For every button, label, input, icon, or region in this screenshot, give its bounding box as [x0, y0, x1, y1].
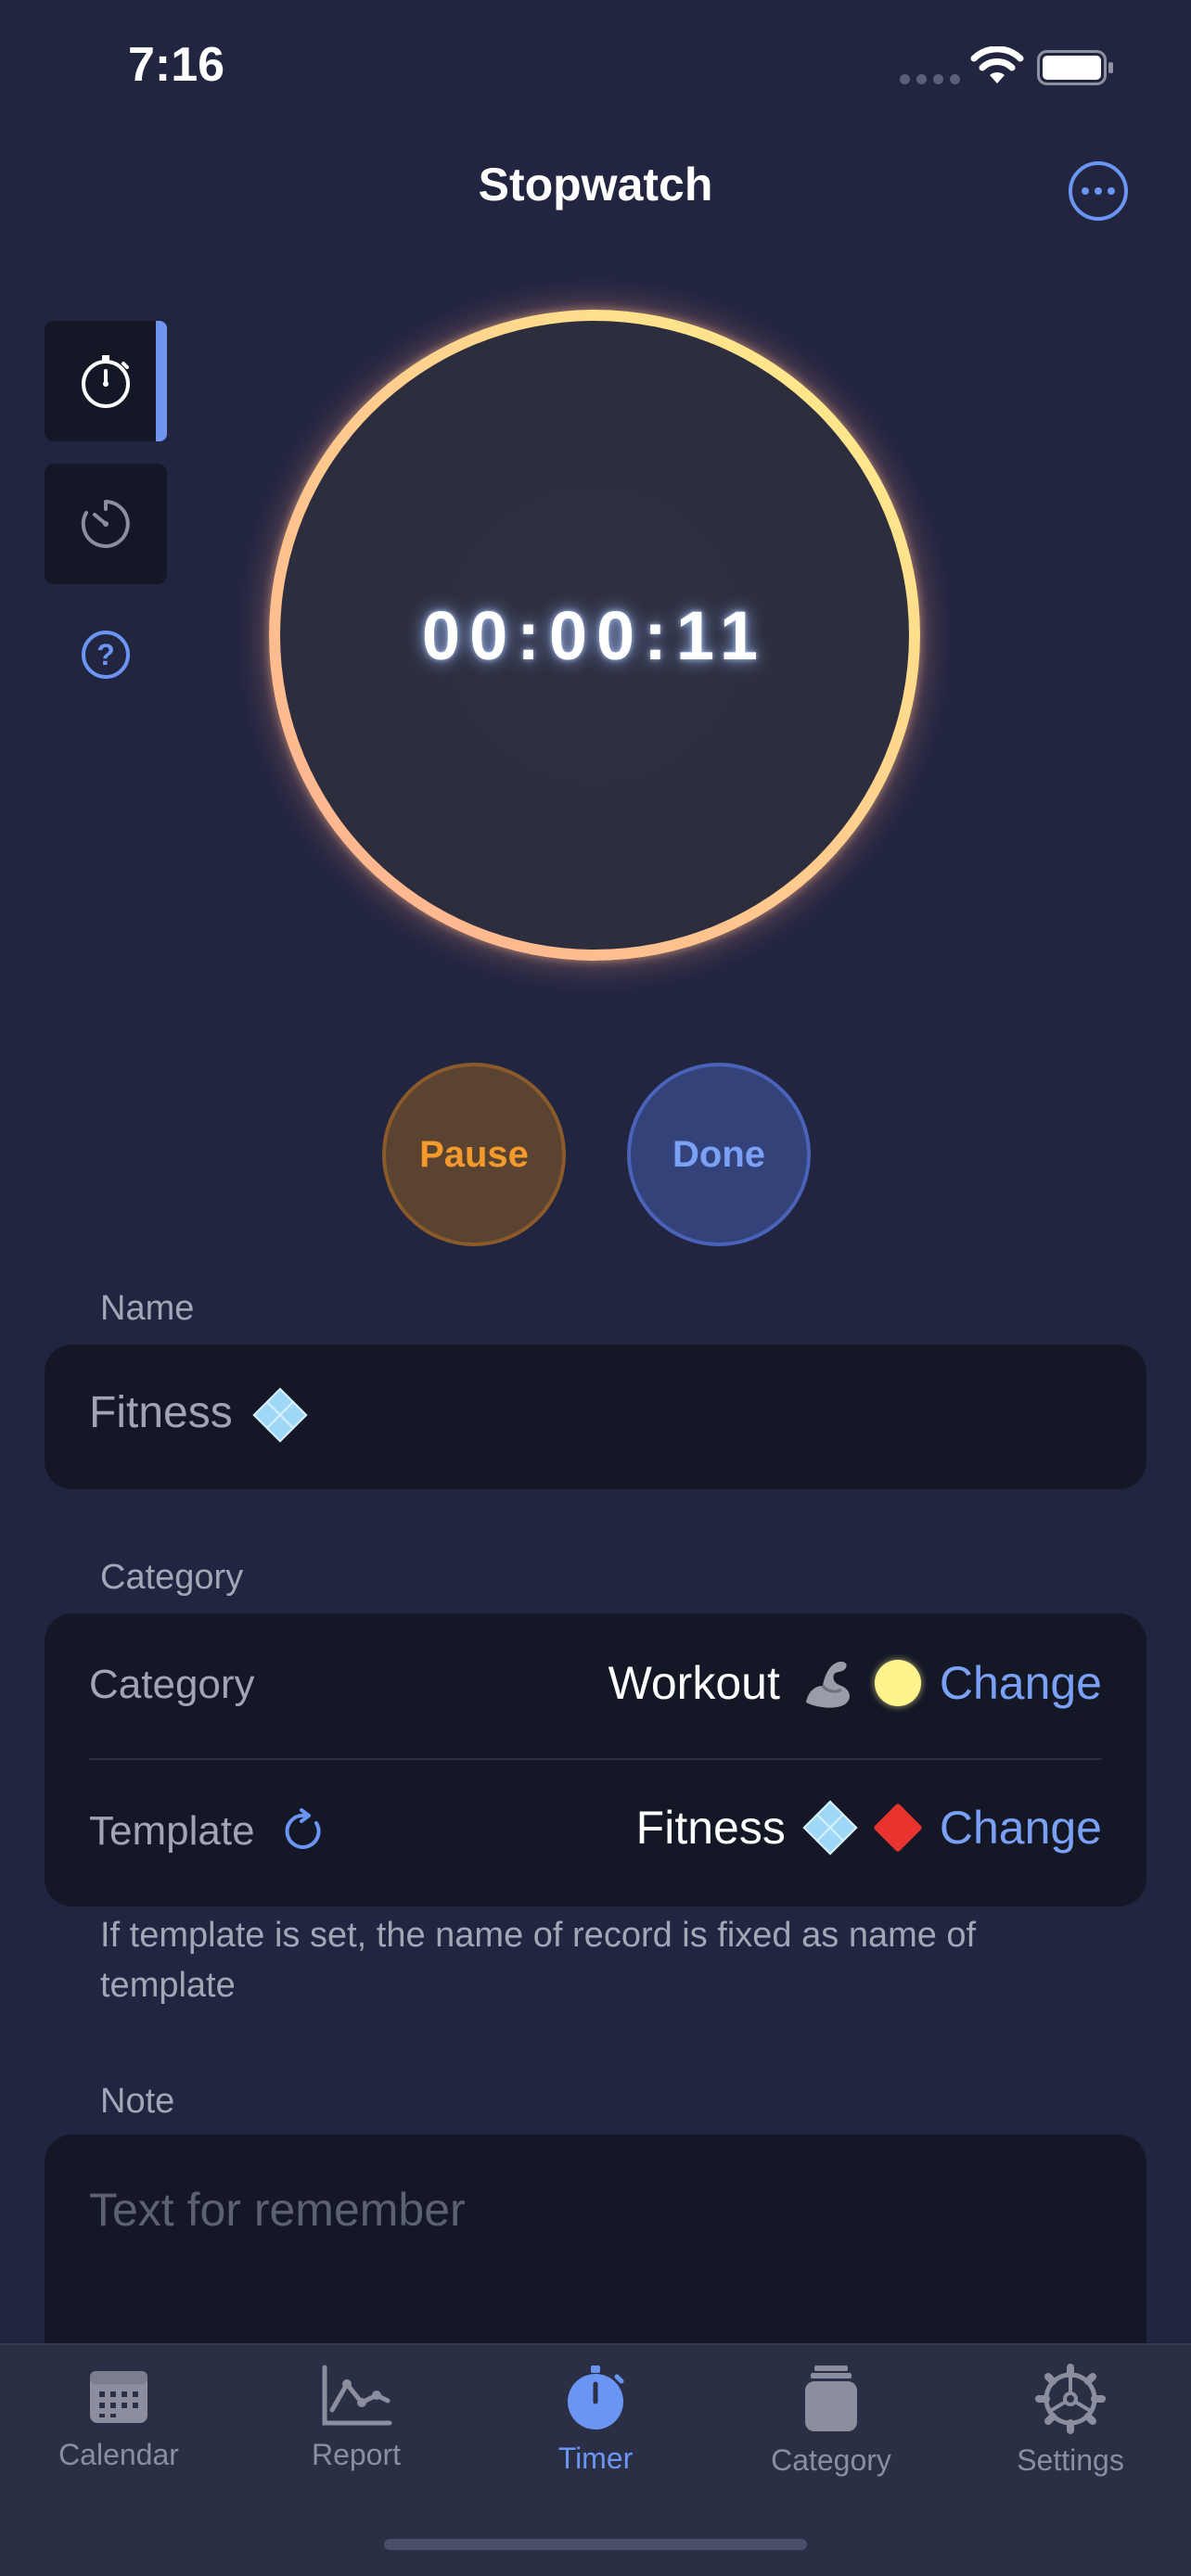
- report-chart-icon: [322, 2365, 392, 2426]
- wifi-icon: [970, 46, 1024, 83]
- note-placeholder: Text for remember: [89, 2184, 466, 2236]
- template-row-label: Template: [89, 1808, 327, 1855]
- tab-label: Calendar: [58, 2438, 179, 2471]
- divider: [89, 1758, 1102, 1760]
- category-card: Category Workout Change Template Fitness…: [45, 1613, 1146, 1906]
- tab-settings[interactable]: Settings: [978, 2364, 1163, 2478]
- template-help-caption: If template is set, the name of record i…: [100, 1916, 977, 2005]
- calendar-icon: [90, 2371, 147, 2423]
- status-time: 7:16: [128, 38, 225, 92]
- status-bar: 7:16: [0, 0, 1191, 139]
- done-button[interactable]: Done: [627, 1063, 811, 1246]
- refresh-icon[interactable]: [281, 1808, 327, 1855]
- template-name: Fitness: [635, 1802, 786, 1854]
- settings-gear-icon: [1035, 2364, 1106, 2434]
- page-title: Stopwatch: [478, 159, 713, 210]
- tab-label: Report: [311, 2438, 402, 2471]
- stopwatch-icon: [82, 355, 130, 408]
- more-options-button[interactable]: [1069, 161, 1128, 221]
- category-jar-icon: [805, 2366, 857, 2431]
- category-name: Workout: [608, 1657, 780, 1709]
- tab-label: Category: [771, 2443, 891, 2477]
- help-icon[interactable]: ?: [82, 631, 130, 679]
- diamonds-emoji-icon: [252, 1387, 308, 1443]
- tab-report[interactable]: Report: [263, 2364, 449, 2472]
- name-field[interactable]: Fitness: [45, 1345, 1146, 1489]
- tab-category[interactable]: Category: [738, 2364, 924, 2478]
- more-dot-icon: [1095, 187, 1102, 195]
- more-dot-icon: [1108, 187, 1115, 195]
- home-indicator: [384, 2539, 807, 2550]
- note-section-label: Note: [100, 2082, 175, 2121]
- stopwatch-mode-button[interactable]: [45, 321, 167, 441]
- tab-calendar[interactable]: Calendar: [26, 2364, 211, 2472]
- diamonds-emoji-icon: [802, 1800, 858, 1855]
- tab-timer[interactable]: Timer: [503, 2364, 688, 2476]
- active-mode-indicator: [156, 321, 167, 441]
- timer-icon: [568, 2366, 624, 2429]
- name-section-label: Name: [100, 1289, 195, 1328]
- cellular-signal-icon: [900, 74, 960, 84]
- tab-label: Settings: [1017, 2443, 1124, 2477]
- change-template-button[interactable]: Change: [940, 1801, 1102, 1855]
- battery-icon: [1037, 50, 1113, 85]
- timer-ring: 00:00:11: [269, 310, 920, 961]
- template-row-value: Fitness Change: [635, 1800, 1102, 1855]
- timer-face: 00:00:11: [280, 321, 909, 950]
- category-color-dot: [874, 1660, 921, 1706]
- countdown-timer-icon: [81, 500, 130, 548]
- timer-display: 00:00:11: [421, 596, 768, 674]
- tab-label: Timer: [557, 2442, 634, 2475]
- countdown-mode-button[interactable]: [45, 464, 167, 584]
- more-dot-icon: [1082, 187, 1089, 195]
- name-value: Fitness: [89, 1387, 308, 1443]
- category-row-label: Category: [89, 1662, 255, 1707]
- change-category-button[interactable]: Change: [940, 1656, 1102, 1710]
- pause-button[interactable]: Pause: [382, 1063, 566, 1246]
- flexed-biceps-emoji-icon: [805, 1661, 850, 1708]
- category-section-label: Category: [100, 1558, 244, 1597]
- category-row-value: Workout Change: [608, 1654, 1102, 1712]
- template-color-diamond: [872, 1803, 923, 1853]
